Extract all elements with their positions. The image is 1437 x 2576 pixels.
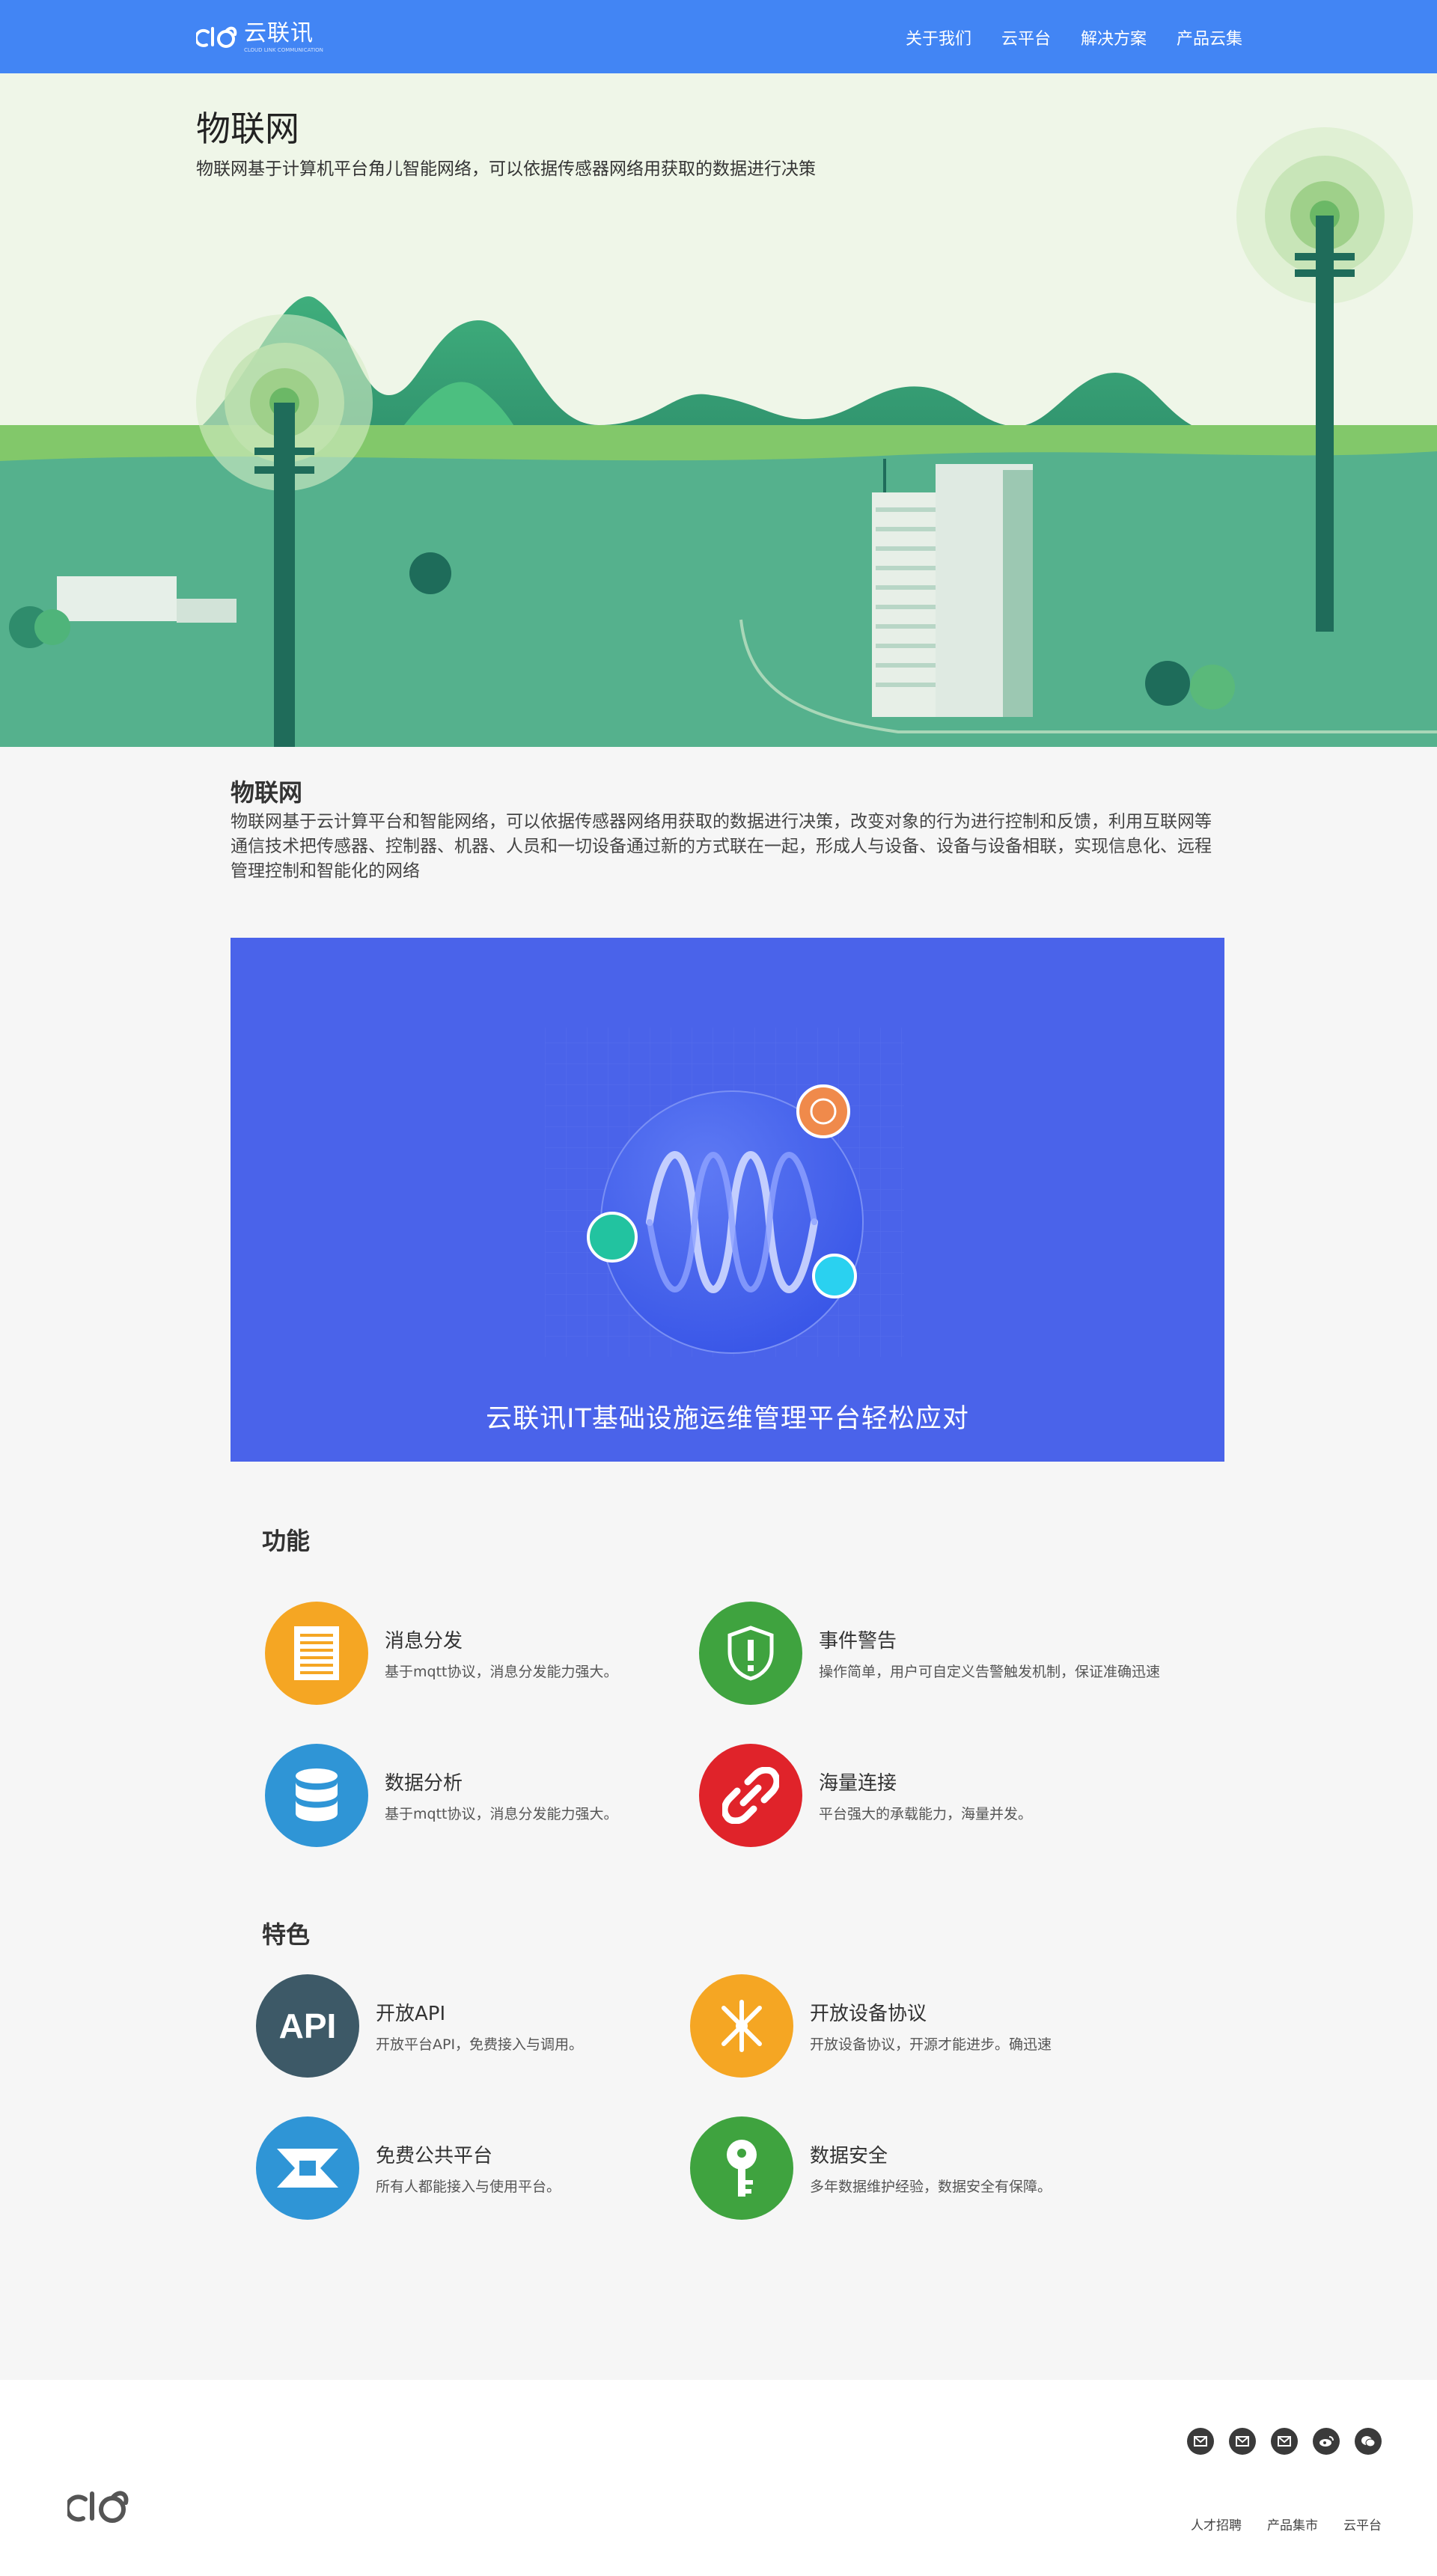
footer: 人才招聘 产品集市 云平台 <box>0 2380 1437 2576</box>
logo-text: 云联讯 <box>244 19 314 46</box>
trait-open-device-protocol[interactable]: 开放设备协议 开放设备协议，开源才能进步。确迅速 <box>690 1974 1052 2078</box>
key-icon <box>690 2116 793 2220</box>
mail-icon[interactable] <box>1271 2428 1298 2455</box>
footer-link-careers[interactable]: 人才招聘 <box>1191 2515 1242 2533</box>
logo-subtext: CLOUD LINK COMMUNICATION <box>244 46 323 53</box>
nav-products[interactable]: 产品云集 <box>1177 25 1242 49</box>
site-logo[interactable]: 云联讯 CLOUD LINK COMMUNICATION <box>196 21 323 54</box>
document-icon <box>265 1602 368 1705</box>
feature-massive-connections[interactable]: 海量连接 平台强大的承载能力，海量并发。 <box>699 1744 1032 1847</box>
footer-links: 人才招聘 产品集市 云平台 <box>1191 2515 1382 2533</box>
feature-name: 海量连接 <box>819 1772 897 1795</box>
trait-name: 免费公共平台 <box>376 2145 493 2167</box>
main-nav: 关于我们 云平台 解决方案 产品云集 <box>906 25 1242 49</box>
platform-icon <box>256 2116 359 2220</box>
wave-illustration <box>545 1028 904 1357</box>
trait-desc: 多年数据维护经验，数据安全有保障。 <box>810 2179 1052 2195</box>
hero-subtitle: 物联网基于计算机平台角儿智能网络，可以依据传感器网络用获取的数据进行决策 <box>196 159 816 179</box>
trait-desc: 所有人都能接入与使用平台。 <box>376 2179 561 2195</box>
feature-data-analysis[interactable]: 数据分析 基于mqtt协议，消息分发能力强大。 <box>265 1744 617 1847</box>
trait-name: 开放设备协议 <box>810 2003 927 2025</box>
feature-name: 数据分析 <box>385 1772 463 1795</box>
footer-link-cloud[interactable]: 云平台 <box>1343 2515 1382 2533</box>
feature-name: 消息分发 <box>385 1630 463 1652</box>
wechat-icon[interactable] <box>1355 2428 1382 2455</box>
database-icon <box>265 1744 368 1847</box>
features-title: 功能 <box>262 1527 311 1555</box>
intro-title: 物联网 <box>231 778 303 807</box>
trait-name: 数据安全 <box>810 2145 888 2167</box>
api-icon-text: API <box>278 2006 337 2045</box>
link-icon <box>699 1744 802 1847</box>
feature-message-dispatch[interactable]: 消息分发 基于mqtt协议，消息分发能力强大。 <box>265 1602 617 1705</box>
footer-link-market[interactable]: 产品集市 <box>1267 2515 1318 2533</box>
tools-icon <box>690 1974 793 2078</box>
feature-desc: 操作简单，用户可自定义告警触发机制，保证准确迅速 <box>819 1664 1161 1680</box>
social-links <box>1187 2428 1382 2455</box>
feature-desc: 基于mqtt协议，消息分发能力强大。 <box>385 1806 618 1822</box>
feature-name: 事件警告 <box>819 1630 897 1652</box>
nav-about[interactable]: 关于我们 <box>906 25 971 49</box>
trait-name: 开放API <box>376 2003 446 2025</box>
top-navbar: 云联讯 CLOUD LINK COMMUNICATION 关于我们 云平台 解决… <box>0 0 1437 73</box>
feature-desc: 基于mqtt协议，消息分发能力强大。 <box>385 1664 618 1680</box>
trait-open-api[interactable]: API 开放API 开放平台API，免费接入与调用。 <box>256 1974 583 2078</box>
mail-icon[interactable] <box>1187 2428 1214 2455</box>
trait-desc: 开放平台API，免费接入与调用。 <box>376 2036 584 2053</box>
hero-banner: 物联网 物联网基于计算机平台角儿智能网络，可以依据传感器网络用获取的数据进行决策 <box>0 73 1437 747</box>
traits-title: 特色 <box>262 1920 311 1949</box>
footer-logo-icon[interactable] <box>67 2485 130 2530</box>
feature-event-alert[interactable]: 事件警告 操作简单，用户可自定义告警触发机制，保证准确迅速 <box>699 1602 1160 1705</box>
shield-alert-icon <box>699 1602 802 1705</box>
mail-icon[interactable] <box>1229 2428 1256 2455</box>
platform-banner: 云联讯IT基础设施运维管理平台轻松应对 <box>231 938 1224 1462</box>
hero-title: 物联网 <box>196 109 299 149</box>
banner-caption: 云联讯IT基础设施运维管理平台轻松应对 <box>486 1404 969 1434</box>
trait-free-public-platform[interactable]: 免费公共平台 所有人都能接入与使用平台。 <box>256 2116 561 2220</box>
nav-solutions[interactable]: 解决方案 <box>1081 25 1147 49</box>
nav-cloud-platform[interactable]: 云平台 <box>1001 25 1051 49</box>
intro-text: 物联网基于云计算平台和智能网络，可以依据传感器网络用获取的数据进行决策，改变对象… <box>231 812 1212 881</box>
trait-desc: 开放设备协议，开源才能进步。确迅速 <box>810 2036 1052 2053</box>
api-icon: API <box>256 1974 359 2078</box>
feature-desc: 平台强大的承载能力，海量并发。 <box>819 1806 1033 1822</box>
cloud-logo-icon <box>196 26 237 48</box>
trait-data-security[interactable]: 数据安全 多年数据维护经验，数据安全有保障。 <box>690 2116 1052 2220</box>
weibo-icon[interactable] <box>1313 2428 1340 2455</box>
